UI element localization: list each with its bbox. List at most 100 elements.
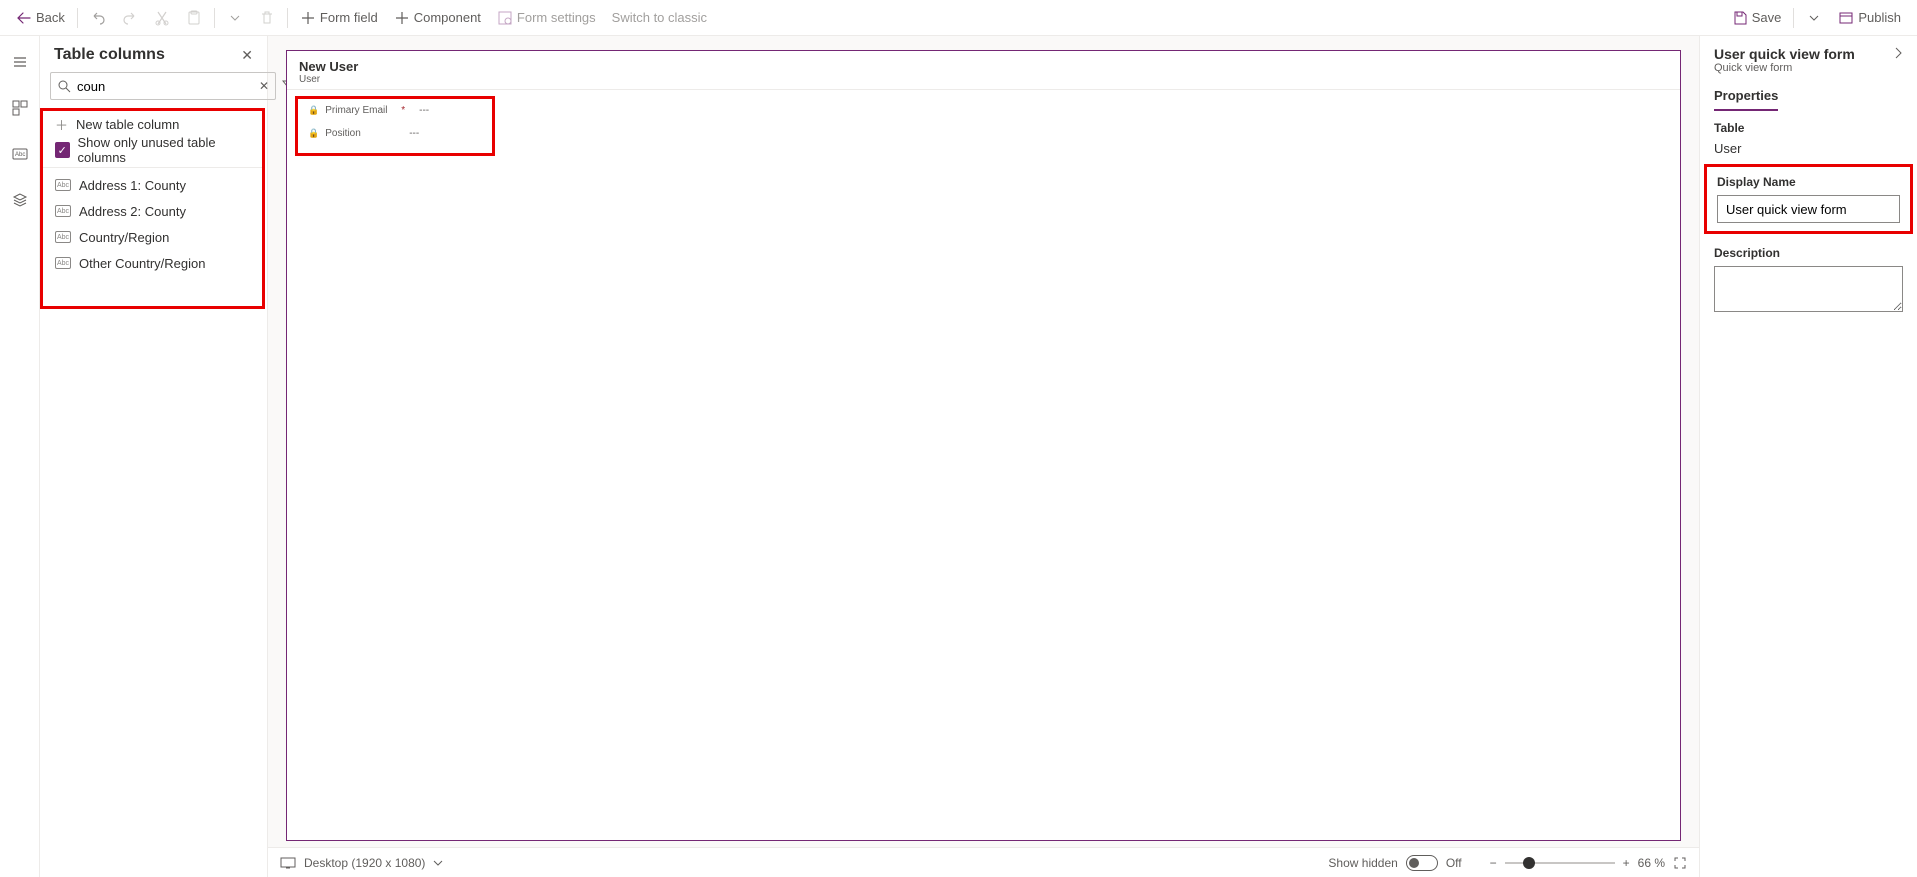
column-label: Country/Region <box>79 230 169 245</box>
form-header: New User User <box>287 51 1680 90</box>
form-section-highlight[interactable]: 🔒 Primary Email * --- 🔒 Position --- <box>295 96 495 156</box>
plus-icon <box>300 10 316 26</box>
display-name-label: Display Name <box>1717 175 1900 189</box>
field-value: --- <box>419 105 429 116</box>
save-dropdown[interactable] <box>1798 2 1830 34</box>
form-entity: User <box>299 74 1668 85</box>
undo-button[interactable] <box>82 2 114 34</box>
list-item[interactable]: Abc Other Country/Region <box>43 250 262 276</box>
tab-properties[interactable]: Properties <box>1714 84 1778 111</box>
field-label: Position <box>325 128 395 139</box>
show-hidden-label: Show hidden <box>1328 856 1397 870</box>
prop-title: User quick view form <box>1714 46 1893 62</box>
publish-button[interactable]: Publish <box>1830 2 1909 34</box>
form-settings-icon <box>497 10 513 26</box>
column-search-box[interactable]: ✕ <box>50 72 276 100</box>
column-search-input[interactable] <box>77 79 253 94</box>
text-field-icon: Abc <box>55 231 71 243</box>
save-button[interactable]: Save <box>1724 2 1790 34</box>
switch-classic-label: Switch to classic <box>612 10 707 25</box>
delete-icon <box>259 10 275 26</box>
form-settings-label: Form settings <box>517 10 596 25</box>
table-field-value: User <box>1714 141 1903 156</box>
form-field-label: Form field <box>320 10 378 25</box>
column-label: Address 2: County <box>79 204 186 219</box>
device-label[interactable]: Desktop (1920 x 1080) <box>304 856 425 870</box>
top-toolbar: Back Form field <box>0 0 1917 36</box>
toggle-off-label: Off <box>1446 856 1462 870</box>
panel-close-icon[interactable]: ✕ <box>241 47 253 64</box>
cut-button[interactable] <box>146 2 178 34</box>
form-field-row[interactable]: 🔒 Position --- <box>298 122 492 145</box>
rail-hamburger[interactable] <box>4 46 36 78</box>
rail-layers-icon[interactable] <box>4 184 36 216</box>
display-name-input[interactable] <box>1717 195 1900 223</box>
form-field-button[interactable]: Form field <box>292 2 386 34</box>
description-input[interactable] <box>1714 266 1903 312</box>
form-preview[interactable]: New User User 🔒 Primary Email * --- 🔒 Po… <box>286 50 1681 841</box>
plus-icon <box>394 10 410 26</box>
publish-icon <box>1838 10 1854 26</box>
column-label: Other Country/Region <box>79 256 205 271</box>
svg-text:Abc: Abc <box>15 152 25 158</box>
zoom-in-button[interactable]: + <box>1623 856 1630 870</box>
text-field-icon: Abc <box>55 257 71 269</box>
paste-dropdown[interactable] <box>219 2 251 34</box>
show-hidden-toggle[interactable] <box>1406 855 1438 871</box>
form-title: New User <box>299 59 1668 74</box>
prop-subtitle: Quick view form <box>1714 62 1893 74</box>
paste-icon <box>186 10 202 26</box>
redo-button[interactable] <box>114 2 146 34</box>
text-field-icon: Abc <box>55 205 71 217</box>
required-indicator: * <box>401 105 405 116</box>
collapse-pane-icon[interactable] <box>1893 46 1903 60</box>
text-field-icon: Abc <box>55 179 71 191</box>
show-unused-label: Show only unused table columns <box>78 135 250 165</box>
checkbox-checked-icon: ✓ <box>55 142 70 158</box>
rail-field-icon[interactable]: Abc <box>4 138 36 170</box>
delete-button[interactable] <box>251 2 283 34</box>
separator <box>287 8 288 28</box>
back-arrow-icon <box>16 10 32 26</box>
rail-components-icon[interactable] <box>4 92 36 124</box>
redo-icon <box>122 10 138 26</box>
form-canvas: New User User 🔒 Primary Email * --- 🔒 Po… <box>268 36 1699 877</box>
search-icon <box>57 79 71 93</box>
fit-to-screen-icon[interactable] <box>1673 856 1687 870</box>
back-label: Back <box>36 10 65 25</box>
zoom-value: 66 % <box>1638 856 1665 870</box>
zoom-out-button[interactable]: − <box>1490 856 1497 870</box>
left-rail: Abc <box>0 36 40 877</box>
switch-classic-button[interactable]: Switch to classic <box>604 2 715 34</box>
column-label: Address 1: County <box>79 178 186 193</box>
new-table-column[interactable]: ＋ New table column <box>43 111 262 137</box>
form-settings-button[interactable]: Form settings <box>489 2 604 34</box>
display-name-highlight: Display Name <box>1704 164 1913 234</box>
separator <box>1793 8 1794 28</box>
paste-button[interactable] <box>178 2 210 34</box>
list-item[interactable]: Abc Address 2: County <box>43 198 262 224</box>
field-label: Primary Email <box>325 105 395 116</box>
status-bar: Desktop (1920 x 1080) Show hidden Off − … <box>268 847 1699 877</box>
chevron-down-icon[interactable] <box>433 858 443 868</box>
form-field-row[interactable]: 🔒 Primary Email * --- <box>298 99 492 122</box>
new-column-label: New table column <box>76 117 179 132</box>
publish-label: Publish <box>1858 10 1901 25</box>
save-label: Save <box>1752 10 1782 25</box>
description-label: Description <box>1714 246 1903 260</box>
show-unused-toggle[interactable]: ✓ Show only unused table columns <box>43 137 262 163</box>
cut-icon <box>154 10 170 26</box>
undo-icon <box>90 10 106 26</box>
zoom-slider[interactable] <box>1505 862 1615 864</box>
list-item[interactable]: Abc Country/Region <box>43 224 262 250</box>
list-item[interactable]: Abc Address 1: County <box>43 172 262 198</box>
lock-icon: 🔒 <box>308 128 319 139</box>
back-button[interactable]: Back <box>8 2 73 34</box>
properties-pane: User quick view form Quick view form Pro… <box>1699 36 1917 877</box>
component-label: Component <box>414 10 481 25</box>
plus-icon: ＋ <box>55 115 68 134</box>
panel-title: Table columns <box>54 46 165 64</box>
component-button[interactable]: Component <box>386 2 489 34</box>
device-icon <box>280 857 296 869</box>
table-field-label: Table <box>1714 121 1903 135</box>
